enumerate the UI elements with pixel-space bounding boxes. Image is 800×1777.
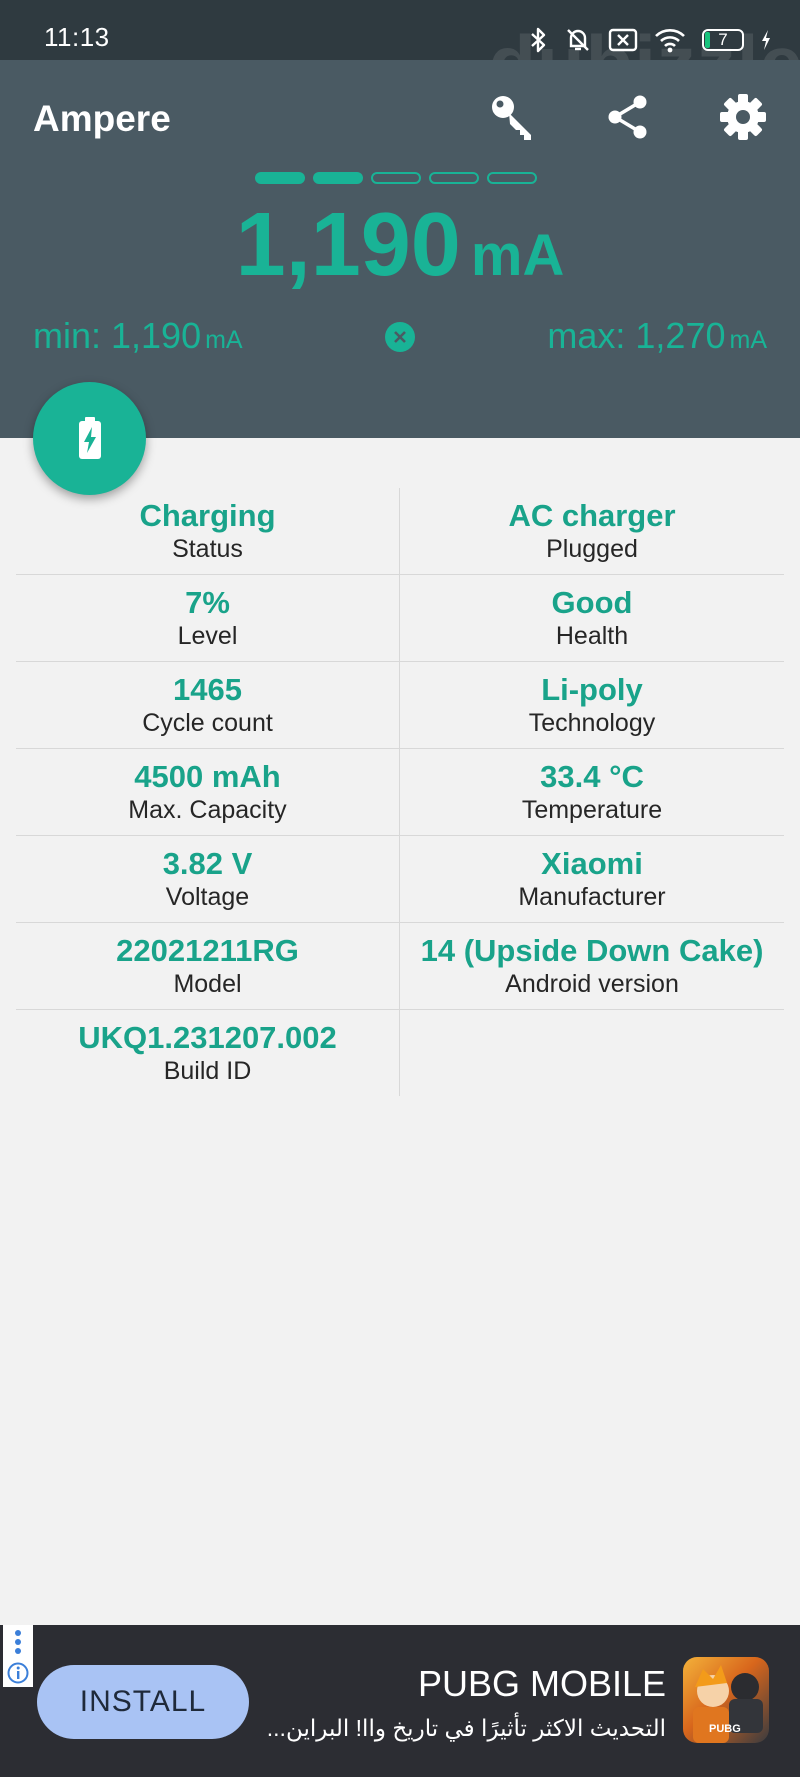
info-label: Level [177, 621, 238, 650]
status-time: 11:13 [44, 22, 110, 52]
info-label: Android version [505, 969, 679, 998]
ad-subtitle: التحديث الاكثر تأثيرًا في تاريخ واا! الب… [266, 1715, 666, 1741]
ad-info-icon [7, 1662, 29, 1683]
current-value: 1,190 [235, 195, 461, 295]
info-label: Max. Capacity [128, 795, 287, 824]
info-cell: Xiaomi Manufacturer [400, 836, 784, 922]
info-value: Charging [139, 497, 276, 533]
info-cell: UKQ1.231207.002 Build ID [16, 1010, 400, 1096]
ad-banner[interactable]: INSTALL PUBG MOBILE التحديث الاكثر تأثير… [0, 1625, 800, 1777]
share-button[interactable] [601, 90, 655, 144]
level-dot [429, 172, 479, 184]
info-cell: AC charger Plugged [400, 488, 784, 574]
info-cell: Li-poly Technology [400, 662, 784, 748]
share-icon [608, 95, 647, 139]
install-button[interactable]: INSTALL [37, 1665, 249, 1739]
info-label: Voltage [165, 882, 250, 911]
info-value: 4500 mAh [134, 758, 281, 794]
info-value: AC charger [508, 497, 676, 533]
info-cell: 22021211RG Model [16, 923, 400, 1009]
settings-icon [720, 94, 766, 140]
info-cell: 1465 Cycle count [16, 662, 400, 748]
reset-button[interactable] [385, 322, 415, 352]
level-dot [255, 172, 305, 184]
info-row: 3.82 V Voltage Xiaomi Manufacturer [16, 836, 784, 923]
info-value: 7% [185, 584, 230, 620]
more-vert-icon [15, 1629, 21, 1654]
battery-charging-icon [78, 416, 101, 459]
min-unit: mA [205, 326, 243, 354]
level-indicator [255, 172, 537, 184]
info-label: Technology [528, 708, 656, 737]
info-label: Model [173, 969, 242, 998]
level-dot [313, 172, 363, 184]
info-cell: Good Health [400, 575, 784, 661]
battery-fab[interactable] [33, 382, 146, 495]
info-cell: 4500 mAh Max. Capacity [16, 749, 400, 835]
ad-app-logo[interactable]: PUBG [683, 1657, 769, 1743]
level-dot [371, 172, 421, 184]
key-icon [492, 96, 531, 140]
max-unit: mA [729, 326, 768, 354]
info-value: 22021211RG [116, 932, 299, 968]
info-value: 1465 [173, 671, 242, 707]
current-reading: 1,190 mA [0, 200, 800, 290]
level-dot [487, 172, 537, 184]
info-value: 3.82 V [162, 845, 253, 881]
ad-title: PUBG MOBILE [417, 1663, 666, 1704]
app-title: Ampere [33, 98, 171, 139]
info-label: Build ID [163, 1056, 252, 1085]
current-unit: mA [470, 223, 565, 288]
meter-header: Ampere 1,190 mA min: 1,190 mA max: 1,270… [0, 60, 800, 438]
info-label: Plugged [546, 534, 638, 563]
max-reading: max: 1,270 mA [547, 315, 767, 357]
info-row: Charging Status AC charger Plugged [16, 488, 784, 575]
info-value: Good [551, 584, 633, 620]
info-cell: 7% Level [16, 575, 400, 661]
info-label: Cycle count [142, 708, 273, 737]
info-label: Temperature [521, 795, 663, 824]
info-value: 14 (Upside Down Cake) [420, 932, 764, 968]
info-value: 33.4 °C [540, 758, 644, 794]
info-row: 7% Level Good Health [16, 575, 784, 662]
min-value: min: 1,190 [33, 315, 202, 356]
reset-icon [394, 331, 406, 343]
info-row: 4500 mAh Max. Capacity 33.4 °C Temperature [16, 749, 784, 836]
info-row: 22021211RG Model 14 (Upside Down Cake) Andr… [16, 923, 784, 1010]
info-value: UKQ1.231207.002 [78, 1019, 337, 1055]
info-label: Status [172, 534, 243, 563]
ad-logo-text: PUBG [709, 1723, 741, 1735]
info-value: Xiaomi [541, 845, 643, 881]
info-row: 1465 Cycle count Li-poly Technology [16, 662, 784, 749]
info-cell: Charging Status [16, 488, 400, 574]
info-row: UKQ1.231207.002 Build ID [16, 1010, 784, 1096]
max-value: max: 1,270 [547, 315, 726, 356]
min-reading: min: 1,190 mA [33, 315, 243, 357]
info-label: Manufacturer [518, 882, 666, 911]
ad-info-button[interactable] [3, 1625, 33, 1687]
info-cell: 3.82 V Voltage [16, 836, 400, 922]
info-cell: 33.4 °C Temperature [400, 749, 784, 835]
info-cell: 14 (Upside Down Cake) Android version [400, 923, 784, 1009]
key-button[interactable] [486, 90, 540, 144]
settings-button[interactable] [716, 90, 770, 144]
info-value: Li-poly [541, 671, 643, 707]
info-cell [400, 1010, 784, 1096]
info-label: Health [555, 621, 629, 650]
battery-info-grid: Charging Status AC charger Plugged 7% Level Go… [16, 488, 784, 1096]
